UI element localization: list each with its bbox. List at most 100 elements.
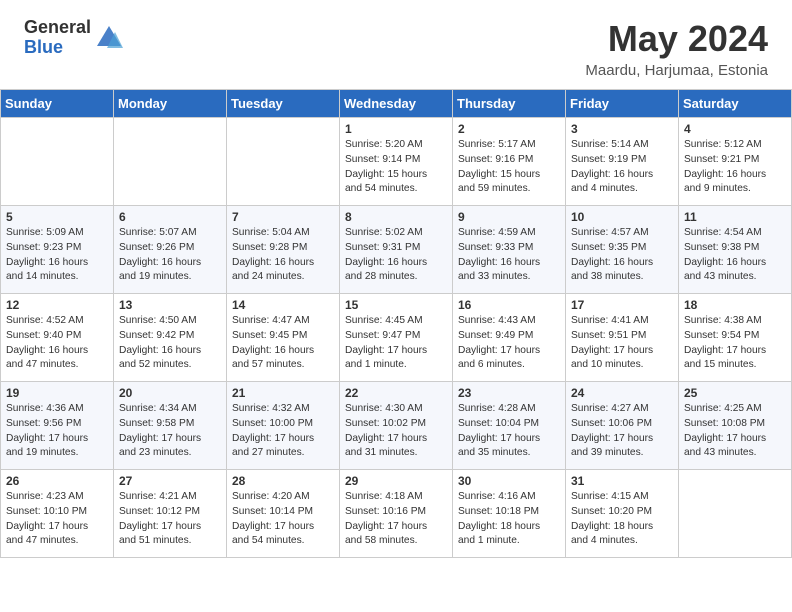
day-number: 31	[571, 474, 673, 488]
calendar-day-16: 16Sunrise: 4:43 AM Sunset: 9:49 PM Dayli…	[453, 294, 566, 382]
day-info: Sunrise: 4:28 AM Sunset: 10:04 PM Daylig…	[458, 402, 560, 461]
calendar-day-9: 9Sunrise: 4:59 AM Sunset: 9:33 PM Daylig…	[453, 206, 566, 294]
location-title: Maardu, Harjumaa, Estonia	[585, 62, 768, 79]
day-number: 15	[345, 298, 447, 312]
day-header-saturday: Saturday	[679, 90, 792, 118]
calendar-day-3: 3 Sunrise: 5:14 AM Sunset: 9:19 PM Daylig…	[566, 118, 679, 206]
day-info: Sunrise: 4:23 AM Sunset: 10:10 PM Daylig…	[6, 490, 108, 549]
day-info: Sunrise: 4:30 AM Sunset: 10:02 PM Daylig…	[345, 402, 447, 461]
day-info: Sunrise: 4:41 AM Sunset: 9:51 PM Dayligh…	[571, 314, 673, 373]
day-info: Sunrise: 4:20 AM Sunset: 10:14 PM Daylig…	[232, 490, 334, 549]
calendar-day-22: 22 Sunrise: 4:30 AM Sunset: 10:02 PM Dayl…	[340, 382, 453, 470]
calendar-header-row: SundayMondayTuesdayWednesdayThursdayFrid…	[1, 90, 792, 118]
day-number: 30	[458, 474, 560, 488]
day-info: Sunrise: 4:16 AM Sunset: 10:18 PM Daylig…	[458, 490, 560, 549]
logo-general: General	[24, 18, 91, 38]
calendar-day-10: 10Sunrise: 4:57 AM Sunset: 9:35 PM Dayli…	[566, 206, 679, 294]
day-number: 17	[571, 298, 673, 312]
calendar-day-27: 27Sunrise: 4:21 AM Sunset: 10:12 PM Dayl…	[114, 470, 227, 558]
day-number: 7	[232, 210, 334, 224]
day-number: 25	[684, 386, 786, 400]
empty-cell	[114, 118, 227, 206]
calendar-day-25: 25 Sunrise: 4:25 AM Sunset: 10:08 PM Dayl…	[679, 382, 792, 470]
day-number: 8	[345, 210, 447, 224]
day-header-sunday: Sunday	[1, 90, 114, 118]
day-number: 21	[232, 386, 334, 400]
day-info: Sunrise: 5:09 AM Sunset: 9:23 PM Dayligh…	[6, 226, 108, 285]
day-number: 24	[571, 386, 673, 400]
calendar-day-17: 17 Sunrise: 4:41 AM Sunset: 9:51 PM Dayli…	[566, 294, 679, 382]
calendar-week-5: 26 Sunrise: 4:23 AM Sunset: 10:10 PM Dayl…	[1, 470, 792, 558]
day-number: 28	[232, 474, 334, 488]
calendar-week-3: 12Sunrise: 4:52 AM Sunset: 9:40 PM Dayli…	[1, 294, 792, 382]
calendar-day-14: 14Sunrise: 4:47 AM Sunset: 9:45 PM Dayli…	[227, 294, 340, 382]
day-number: 2	[458, 122, 560, 136]
calendar-day-30: 30 Sunrise: 4:16 AM Sunset: 10:18 PM Dayl…	[453, 470, 566, 558]
empty-cell	[1, 118, 114, 206]
day-info: Sunrise: 5:02 AM Sunset: 9:31 PM Dayligh…	[345, 226, 447, 285]
day-number: 3	[571, 122, 673, 136]
day-number: 26	[6, 474, 108, 488]
day-info: Sunrise: 4:52 AM Sunset: 9:40 PM Dayligh…	[6, 314, 108, 373]
calendar-day-11: 11 Sunrise: 4:54 AM Sunset: 9:38 PM Dayli…	[679, 206, 792, 294]
day-number: 22	[345, 386, 447, 400]
day-number: 1	[345, 122, 447, 136]
calendar-day-24: 24 Sunrise: 4:27 AM Sunset: 10:06 PM Dayl…	[566, 382, 679, 470]
day-info: Sunrise: 4:59 AM Sunset: 9:33 PM Dayligh…	[458, 226, 560, 285]
day-number: 19	[6, 386, 108, 400]
day-info: Sunrise: 4:18 AM Sunset: 10:16 PM Daylig…	[345, 490, 447, 549]
day-info: Sunrise: 4:36 AM Sunset: 9:56 PM Dayligh…	[6, 402, 108, 461]
calendar-day-20: 20 Sunrise: 4:34 AM Sunset: 9:58 PM Dayli…	[114, 382, 227, 470]
calendar-day-4: 4 Sunrise: 5:12 AM Sunset: 9:21 PM Daylig…	[679, 118, 792, 206]
day-info: Sunrise: 5:04 AM Sunset: 9:28 PM Dayligh…	[232, 226, 334, 285]
day-number: 29	[345, 474, 447, 488]
day-info: Sunrise: 4:47 AM Sunset: 9:45 PM Dayligh…	[232, 314, 334, 373]
calendar-day-15: 15 Sunrise: 4:45 AM Sunset: 9:47 PM Dayli…	[340, 294, 453, 382]
logo-blue: Blue	[24, 38, 91, 58]
calendar-day-1: 1 Sunrise: 5:20 AM Sunset: 9:14 PM Daylig…	[340, 118, 453, 206]
day-info: Sunrise: 4:15 AM Sunset: 10:20 PM Daylig…	[571, 490, 673, 549]
day-number: 13	[119, 298, 221, 312]
day-info: Sunrise: 4:57 AM Sunset: 9:35 PM Dayligh…	[571, 226, 673, 285]
day-info: Sunrise: 5:12 AM Sunset: 9:21 PM Dayligh…	[684, 138, 786, 197]
calendar: SundayMondayTuesdayWednesdayThursdayFrid…	[0, 89, 792, 558]
day-header-tuesday: Tuesday	[227, 90, 340, 118]
calendar-day-7: 7 Sunrise: 5:04 AM Sunset: 9:28 PM Daylig…	[227, 206, 340, 294]
day-info: Sunrise: 4:34 AM Sunset: 9:58 PM Dayligh…	[119, 402, 221, 461]
logo-icon	[95, 24, 123, 52]
calendar-day-8: 8 Sunrise: 5:02 AM Sunset: 9:31 PM Daylig…	[340, 206, 453, 294]
calendar-day-31: 31 Sunrise: 4:15 AM Sunset: 10:20 PM Dayl…	[566, 470, 679, 558]
day-number: 18	[684, 298, 786, 312]
day-number: 5	[6, 210, 108, 224]
logo: General Blue	[24, 18, 123, 58]
day-info: Sunrise: 5:07 AM Sunset: 9:26 PM Dayligh…	[119, 226, 221, 285]
day-info: Sunrise: 4:50 AM Sunset: 9:42 PM Dayligh…	[119, 314, 221, 373]
day-number: 20	[119, 386, 221, 400]
calendar-day-23: 23 Sunrise: 4:28 AM Sunset: 10:04 PM Dayl…	[453, 382, 566, 470]
day-header-wednesday: Wednesday	[340, 90, 453, 118]
day-info: Sunrise: 5:14 AM Sunset: 9:19 PM Dayligh…	[571, 138, 673, 197]
day-number: 11	[684, 210, 786, 224]
day-info: Sunrise: 4:27 AM Sunset: 10:06 PM Daylig…	[571, 402, 673, 461]
day-info: Sunrise: 4:54 AM Sunset: 9:38 PM Dayligh…	[684, 226, 786, 285]
day-number: 4	[684, 122, 786, 136]
title-block: May 2024 Maardu, Harjumaa, Estonia	[585, 18, 768, 79]
day-header-friday: Friday	[566, 90, 679, 118]
day-number: 23	[458, 386, 560, 400]
calendar-week-1: 1 Sunrise: 5:20 AM Sunset: 9:14 PM Daylig…	[1, 118, 792, 206]
empty-cell	[227, 118, 340, 206]
calendar-day-28: 28 Sunrise: 4:20 AM Sunset: 10:14 PM Dayl…	[227, 470, 340, 558]
calendar-day-5: 5 Sunrise: 5:09 AM Sunset: 9:23 PM Daylig…	[1, 206, 114, 294]
calendar-day-2: 2Sunrise: 5:17 AM Sunset: 9:16 PM Daylig…	[453, 118, 566, 206]
logo-text: General Blue	[24, 18, 91, 58]
day-info: Sunrise: 4:25 AM Sunset: 10:08 PM Daylig…	[684, 402, 786, 461]
day-info: Sunrise: 5:20 AM Sunset: 9:14 PM Dayligh…	[345, 138, 447, 197]
day-info: Sunrise: 4:45 AM Sunset: 9:47 PM Dayligh…	[345, 314, 447, 373]
day-info: Sunrise: 4:32 AM Sunset: 10:00 PM Daylig…	[232, 402, 334, 461]
day-number: 27	[119, 474, 221, 488]
day-header-monday: Monday	[114, 90, 227, 118]
day-info: Sunrise: 4:38 AM Sunset: 9:54 PM Dayligh…	[684, 314, 786, 373]
month-title: May 2024	[585, 18, 768, 60]
calendar-day-6: 6Sunrise: 5:07 AM Sunset: 9:26 PM Daylig…	[114, 206, 227, 294]
calendar-day-26: 26 Sunrise: 4:23 AM Sunset: 10:10 PM Dayl…	[1, 470, 114, 558]
